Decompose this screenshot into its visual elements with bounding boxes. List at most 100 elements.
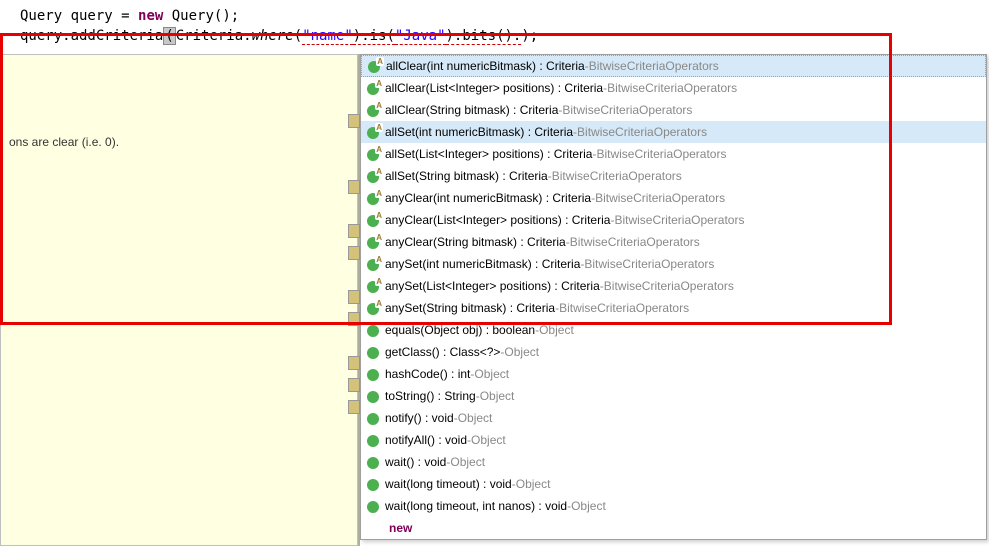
gutter-marker [348, 246, 360, 260]
completion-declaring-type: BitwiseCriteriaOperators [559, 301, 689, 315]
gutter-marker [348, 114, 360, 128]
completion-signature: anySet(int numericBitmask) : Criteria [385, 257, 580, 271]
method-abstract-icon [367, 83, 379, 95]
completion-item[interactable]: anySet(List<Integer> positions) : Criter… [361, 275, 986, 297]
completion-signature: allSet(String bitmask) : Criteria [385, 169, 548, 183]
completion-signature: notify() : void [385, 411, 454, 425]
method-abstract-icon [368, 61, 380, 73]
completion-item[interactable]: wait(long timeout) : void - Object [361, 473, 986, 495]
completion-signature: allClear(String bitmask) : Criteria [385, 103, 558, 117]
javadoc-panel: ons are clear (i.e. 0). [0, 54, 358, 546]
completion-signature: anyClear(String bitmask) : Criteria [385, 235, 566, 249]
completion-item[interactable]: new [361, 517, 986, 539]
method-icon [367, 479, 379, 491]
completion-signature: wait(long timeout, int nanos) : void [385, 499, 567, 513]
completion-item[interactable]: allClear(List<Integer> positions) : Crit… [361, 77, 986, 99]
completion-declaring-type: BitwiseCriteriaOperators [604, 279, 734, 293]
completion-item[interactable]: getClass() : Class<?> - Object [361, 341, 986, 363]
method-abstract-icon [367, 149, 379, 161]
completion-item[interactable]: allClear(int numericBitmask) : Criteria … [361, 55, 986, 77]
completion-signature: wait(long timeout) : void [385, 477, 512, 491]
completion-signature: getClass() : Class<?> [385, 345, 500, 359]
completion-item[interactable]: allSet(String bitmask) : Criteria - Bitw… [361, 165, 986, 187]
gutter-marker [348, 356, 360, 370]
completion-declaring-type: BitwiseCriteriaOperators [595, 191, 725, 205]
completion-signature: toString() : String [385, 389, 476, 403]
completion-declaring-type: BitwiseCriteriaOperators [552, 169, 682, 183]
completion-declaring-type: Object [504, 345, 539, 359]
completion-item[interactable]: toString() : String - Object [361, 385, 986, 407]
code-text: Query query = [20, 8, 138, 24]
code-line-1[interactable]: Query query = new Query(); [20, 6, 989, 26]
method-abstract-icon [367, 303, 379, 315]
completion-item[interactable]: anyClear(int numericBitmask) : Criteria … [361, 187, 986, 209]
completion-declaring-type: BitwiseCriteriaOperators [596, 147, 726, 161]
completion-keyword-new: new [367, 521, 412, 535]
completion-declaring-type: BitwiseCriteriaOperators [562, 103, 692, 117]
completion-item[interactable]: equals(Object obj) : boolean - Object [361, 319, 986, 341]
code-text: ).bits(). [446, 28, 522, 45]
completion-item[interactable]: anySet(int numericBitmask) : Criteria - … [361, 253, 986, 275]
completion-signature: allSet(List<Integer> positions) : Criter… [385, 147, 592, 161]
method-abstract-icon [367, 127, 379, 139]
method-icon [367, 435, 379, 447]
completion-item[interactable]: anySet(String bitmask) : Criteria - Bitw… [361, 297, 986, 319]
gutter-marker [348, 378, 360, 392]
completion-signature: allClear(int numericBitmask) : Criteria [386, 59, 585, 73]
method-icon [367, 347, 379, 359]
gutter-marker [348, 224, 360, 238]
completion-item[interactable]: hashCode() : int - Object [361, 363, 986, 385]
method-abstract-icon [367, 105, 379, 117]
gutter-marker [348, 180, 360, 194]
completion-declaring-type: BitwiseCriteriaOperators [614, 213, 744, 227]
completion-item[interactable]: notify() : void - Object [361, 407, 986, 429]
method-icon [367, 369, 379, 381]
gutter-marker [348, 400, 360, 414]
method-icon [367, 501, 379, 513]
completion-declaring-type: BitwiseCriteriaOperators [589, 59, 719, 73]
completion-item[interactable]: anyClear(List<Integer> positions) : Crit… [361, 209, 986, 231]
completion-item[interactable]: wait(long timeout, int nanos) : void - O… [361, 495, 986, 517]
string-literal: "Java" [395, 28, 446, 45]
completion-item[interactable]: anyClear(String bitmask) : Criteria - Bi… [361, 231, 986, 253]
gutter-marker [348, 312, 360, 326]
completion-declaring-type: BitwiseCriteriaOperators [577, 125, 707, 139]
code-text: ).is( [353, 28, 395, 45]
completion-signature: wait() : void [385, 455, 446, 469]
completion-declaring-type: Object [471, 433, 506, 447]
method-icon [367, 391, 379, 403]
completion-item[interactable]: notifyAll() : void - Object [361, 429, 986, 451]
code-editor[interactable]: Query query = new Query(); query.addCrit… [0, 0, 989, 46]
javadoc-text: ons are clear (i.e. 0). [9, 135, 119, 149]
completion-declaring-type: Object [571, 499, 606, 513]
completion-declaring-type: Object [450, 455, 485, 469]
completion-signature: anySet(String bitmask) : Criteria [385, 301, 555, 315]
method-abstract-icon [367, 215, 379, 227]
string-literal: "name" [302, 28, 353, 45]
completion-signature: anySet(List<Integer> positions) : Criter… [385, 279, 600, 293]
method-abstract-icon [367, 171, 379, 183]
completion-signature: equals(Object obj) : boolean [385, 323, 535, 337]
completion-item[interactable]: allSet(int numericBitmask) : Criteria - … [361, 121, 986, 143]
code-line-2[interactable]: query.addCriteria(Criteria.where("name")… [20, 26, 989, 46]
code-text: query.addCriteria [20, 28, 163, 44]
completion-signature: notifyAll() : void [385, 433, 467, 447]
code-text: ( [294, 28, 302, 44]
code-text: ); [521, 28, 538, 44]
completion-item[interactable]: wait() : void - Object [361, 451, 986, 473]
method-icon [367, 413, 379, 425]
code-text: Criteria. [176, 28, 252, 44]
completion-signature: allClear(List<Integer> positions) : Crit… [385, 81, 603, 95]
keyword-new: new [138, 8, 163, 24]
completion-declaring-type: Object [480, 389, 515, 403]
method-abstract-icon [367, 193, 379, 205]
method-icon [367, 457, 379, 469]
completion-signature: allSet(int numericBitmask) : Criteria [385, 125, 573, 139]
completion-item[interactable]: allSet(List<Integer> positions) : Criter… [361, 143, 986, 165]
completion-item[interactable]: allClear(String bitmask) : Criteria - Bi… [361, 99, 986, 121]
method-abstract-icon [367, 237, 379, 249]
autocomplete-popup[interactable]: allClear(int numericBitmask) : Criteria … [360, 54, 987, 540]
completion-declaring-type: Object [516, 477, 551, 491]
completion-declaring-type: Object [474, 367, 509, 381]
completion-declaring-type: BitwiseCriteriaOperators [607, 81, 737, 95]
